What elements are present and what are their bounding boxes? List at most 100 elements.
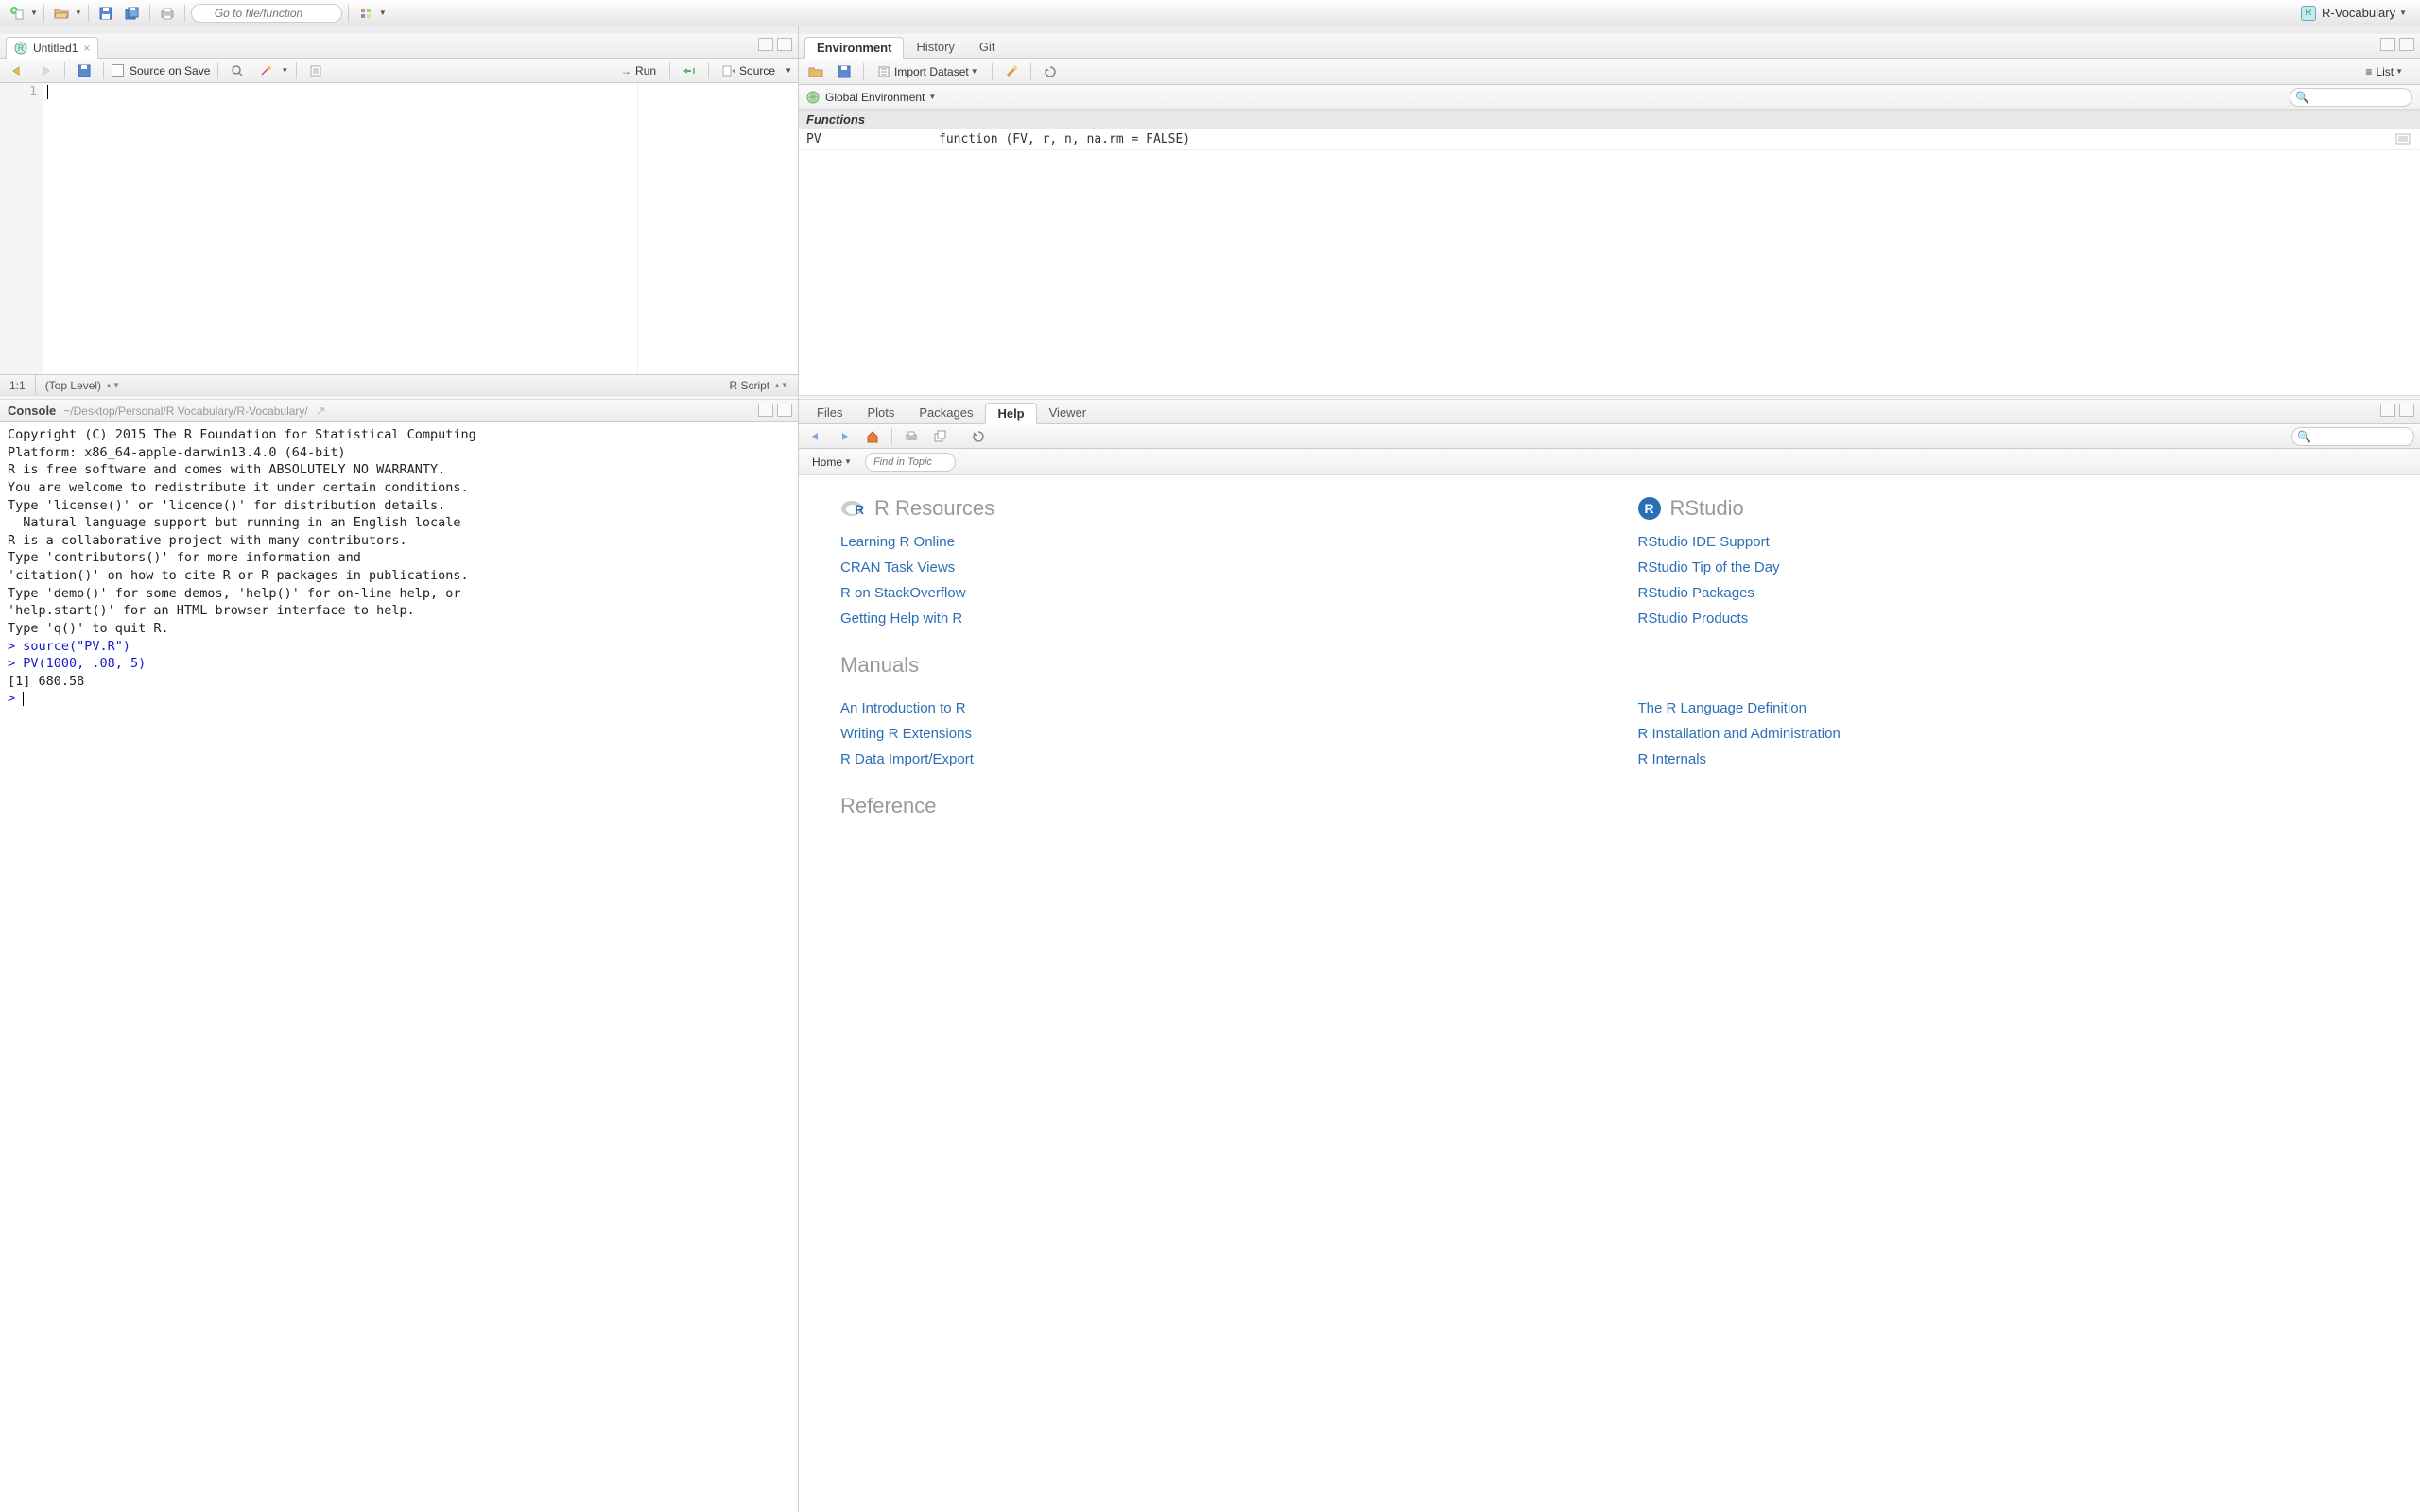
help-link[interactable]: R Installation and Administration [1638,726,2379,742]
save-all-button[interactable] [121,4,144,23]
help-link[interactable]: R Internals [1638,751,2379,767]
run-button[interactable]: → Run [614,62,662,79]
env-scope-bar: Global Environment ▼ 🔍 [799,85,2420,110]
maximize-pane-button[interactable] [777,404,792,417]
help-link[interactable]: An Introduction to R [840,700,1582,716]
help-link[interactable]: Learning R Online [840,534,1582,550]
separator [88,5,89,22]
help-link[interactable]: RStudio Tip of the Day [1638,559,2379,576]
tab-environment[interactable]: Environment [804,37,904,59]
search-icon: 🔍 [2297,430,2311,443]
svg-text:R: R [18,43,25,53]
help-home-button[interactable] [861,427,884,446]
save-workspace-button[interactable] [833,62,856,81]
tab-packages[interactable]: Packages [907,402,985,423]
env-row[interactable]: PVfunction (FV, r, n, na.rm = FALSE) [799,129,2420,150]
maximize-pane-button[interactable] [2399,404,2414,417]
find-button[interactable] [226,61,249,80]
tab-git[interactable]: Git [967,36,1008,58]
import-label: Import Dataset [894,65,969,78]
minimize-pane-button[interactable] [758,38,773,51]
addins-dropdown[interactable]: ▼ [379,9,387,17]
load-workspace-button[interactable] [804,62,827,81]
close-tab-button[interactable]: × [83,42,90,55]
maximize-pane-button[interactable] [2399,38,2414,51]
section-reference: Reference [840,794,2378,818]
help-content: R R Resources Learning R OnlineCRAN Task… [799,475,2420,1512]
goto-input[interactable] [191,4,342,23]
console-title: Console [8,404,56,418]
source-on-save-label: Source on Save [130,64,210,77]
project-name: R-Vocabulary [2322,6,2395,20]
help-print-button[interactable] [900,427,923,446]
minimize-pane-button[interactable] [758,404,773,417]
source-dropdown[interactable]: ▼ [785,66,792,75]
minimize-pane-button[interactable] [2380,38,2395,51]
help-link[interactable]: RStudio IDE Support [1638,534,2379,550]
back-button[interactable] [6,61,28,80]
project-menu[interactable]: R R-Vocabulary ▼ [2293,4,2414,23]
clear-workspace-button[interactable] [1000,62,1023,81]
help-link[interactable]: Writing R Extensions [840,726,1582,742]
source-pane: R Untitled1 × Source on Save [0,26,798,395]
help-link[interactable]: R on StackOverflow [840,585,1582,601]
search-icon: 🔍 [2295,91,2309,104]
notebook-button[interactable] [304,61,327,80]
help-popout-button[interactable] [928,427,951,446]
print-button[interactable] [156,4,179,23]
view-mode-button[interactable]: ≡ List ▼ [2360,63,2409,80]
file-type-indicator[interactable]: R Script ▲▼ [719,375,798,395]
open-file-button[interactable] [50,4,73,23]
wand-button[interactable] [254,61,277,80]
source-button[interactable]: Source [717,62,781,79]
environment-pane: EnvironmentHistoryGit Import Dataset ▼ [799,26,2420,395]
console-body[interactable]: Copyright (C) 2015 The R Foundation for … [0,422,798,1512]
refresh-env-button[interactable] [1039,62,1062,81]
console-prompt[interactable]: > [8,690,790,708]
new-file-dropdown[interactable]: ▼ [30,9,38,17]
globe-icon [806,91,820,104]
help-link[interactable]: R Data Import/Export [840,751,1582,767]
scope-label: Global Environment [825,91,925,104]
save-source-button[interactable] [73,61,95,80]
scope-selector[interactable]: Global Environment ▼ [806,91,936,104]
addins-button[interactable] [354,4,377,23]
tab-help[interactable]: Help [985,403,1036,424]
help-back-button[interactable] [804,427,827,446]
new-file-button[interactable] [6,4,28,23]
rerun-button[interactable] [678,61,700,80]
tab-viewer[interactable]: Viewer [1037,402,1099,423]
source-tab[interactable]: R Untitled1 × [6,37,98,59]
minimize-pane-button[interactable] [2380,404,2395,417]
r-logo-icon: R [840,499,865,518]
tab-plots[interactable]: Plots [855,402,907,423]
help-link[interactable]: RStudio Products [1638,610,2379,627]
maximize-pane-button[interactable] [777,38,792,51]
help-home-dropdown[interactable]: Home ▼ [806,454,857,471]
console-goto-icon[interactable]: ↗ [316,404,326,419]
help-link[interactable]: The R Language Definition [1638,700,2379,716]
console-line: [1] 680.58 [8,673,790,691]
import-dataset-button[interactable]: Import Dataset ▼ [872,63,984,80]
save-button[interactable] [95,4,117,23]
inspect-icon[interactable] [2395,133,2412,146]
help-link[interactable]: RStudio Packages [1638,585,2379,601]
help-link[interactable]: CRAN Task Views [840,559,1582,576]
forward-button[interactable] [34,61,57,80]
source-icon [722,64,735,77]
help-forward-button[interactable] [833,427,856,446]
open-recent-dropdown[interactable]: ▼ [75,9,82,17]
code-tools-dropdown[interactable]: ▼ [281,66,288,75]
chevron-down-icon: ▼ [2399,9,2407,17]
console-line: Type 'license()' or 'licence()' for dist… [8,497,790,515]
editor[interactable]: 1 [0,83,798,374]
scope-indicator[interactable]: (Top Level) ▲▼ [36,375,130,395]
source-on-save-checkbox[interactable] [112,64,124,77]
find-in-topic-input[interactable] [865,453,956,472]
console-line: Natural language support but running in … [8,514,790,532]
tab-history[interactable]: History [904,36,966,58]
console-line: > source("PV.R") [8,638,790,656]
tab-files[interactable]: Files [804,402,855,423]
help-link[interactable]: Getting Help with R [840,610,1582,627]
help-refresh-button[interactable] [967,427,990,446]
